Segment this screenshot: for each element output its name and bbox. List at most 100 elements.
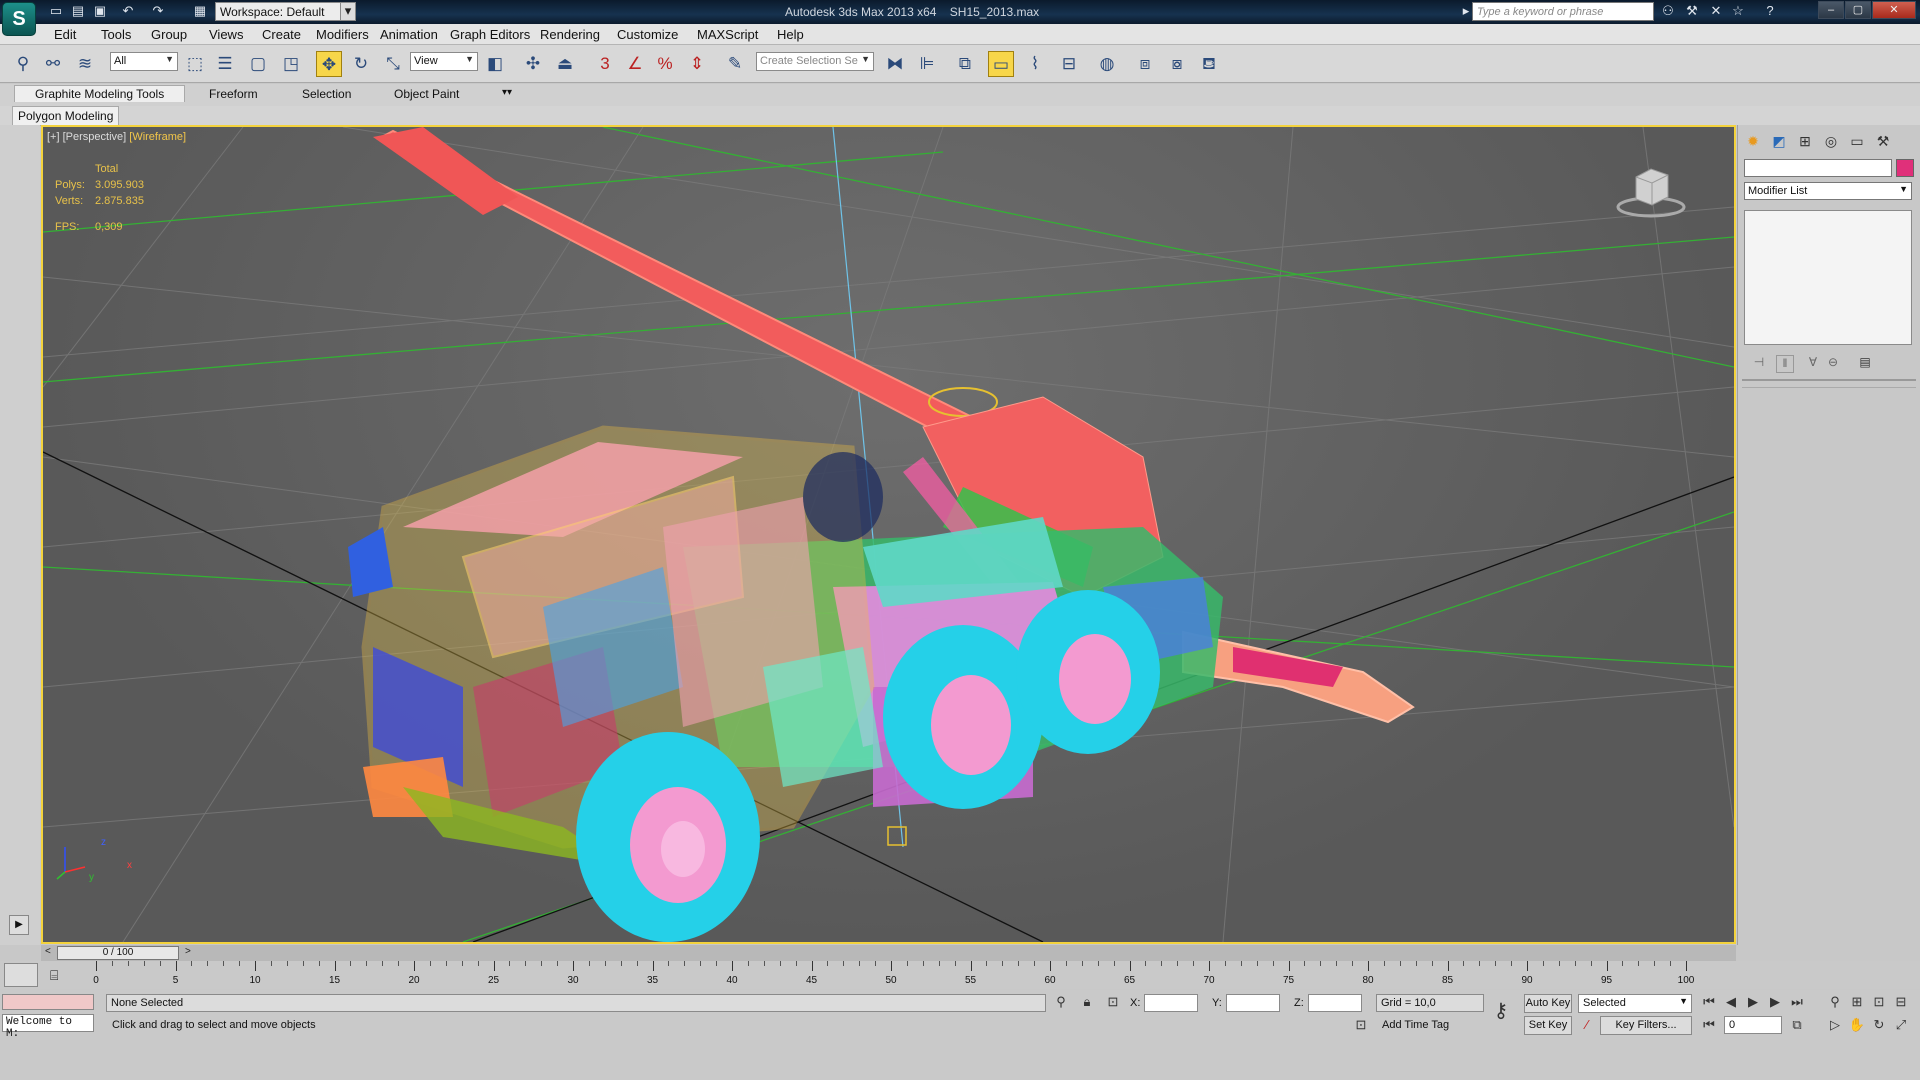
- workspace-dropdown[interactable]: Workspace: Default▼: [215, 2, 355, 21]
- bind-space-warp-icon[interactable]: ≋: [72, 51, 98, 77]
- favorites-star-icon[interactable]: ☆: [1730, 3, 1746, 19]
- tab-freeform[interactable]: Freeform: [209, 87, 258, 101]
- maximize-viewport-icon[interactable]: ⤢: [1892, 1016, 1910, 1034]
- tab-object-paint[interactable]: Object Paint: [394, 87, 459, 101]
- render-production-icon[interactable]: ⛾: [1196, 51, 1222, 77]
- utilities-tab-icon[interactable]: ⚒: [1872, 130, 1894, 152]
- track-bar[interactable]: ⌸ 0 5 10 15 20 25 30 35 40 45 50 55 60 65 70 75 80 85 90 95…: [0, 961, 1920, 989]
- menu-maxscript[interactable]: MAXScript: [697, 27, 758, 42]
- binoculars-icon[interactable]: ⚇: [1660, 3, 1676, 19]
- help-icon[interactable]: ?: [1762, 3, 1778, 19]
- time-tag-icon[interactable]: ⊡: [1352, 1016, 1370, 1034]
- select-and-scale-icon[interactable]: ⤡: [380, 51, 406, 77]
- go-to-start-icon[interactable]: ⏮: [1700, 993, 1718, 1011]
- maxscript-listener-mini[interactable]: [2, 994, 94, 1010]
- mirror-icon[interactable]: ⧓: [882, 51, 908, 77]
- key-filters-button[interactable]: Key Filters...: [1600, 1016, 1692, 1035]
- menu-edit[interactable]: Edit: [54, 27, 76, 42]
- rectangular-selection-icon[interactable]: ▢: [245, 51, 271, 77]
- redo-icon[interactable]: ↷: [150, 3, 166, 19]
- select-object-icon[interactable]: ⬚: [182, 51, 208, 77]
- window-crossing-icon[interactable]: ◳: [278, 51, 304, 77]
- tab-graphite-modeling-tools[interactable]: Graphite Modeling Tools: [14, 85, 186, 102]
- curve-editor-icon[interactable]: ⌇: [1022, 51, 1048, 77]
- render-setup-icon[interactable]: ⧈: [1132, 51, 1158, 77]
- time-configuration-icon[interactable]: ⧉: [1788, 1016, 1806, 1034]
- rendered-frame-window-icon[interactable]: ⧇: [1164, 51, 1190, 77]
- schematic-view-icon[interactable]: ⊟: [1056, 51, 1082, 77]
- next-frame-arrow-icon[interactable]: >: [185, 946, 191, 957]
- viewport-label[interactable]: [+] [Perspective] [Wireframe]: [47, 131, 186, 143]
- next-frame-icon[interactable]: ▶: [1766, 993, 1784, 1011]
- isolate-selection-icon[interactable]: ⚲: [1052, 993, 1070, 1011]
- configure-sets-icon[interactable]: ▤: [1856, 355, 1874, 373]
- keyboard-shortcut-override-icon[interactable]: ⏏: [552, 51, 578, 77]
- open-file-icon[interactable]: ▤: [70, 3, 86, 19]
- expand-play-icon[interactable]: ▶: [9, 915, 29, 935]
- prev-frame-arrow-icon[interactable]: <: [45, 946, 51, 957]
- make-unique-icon[interactable]: ∀: [1804, 355, 1822, 373]
- snaps-toggle-icon[interactable]: 3: [592, 51, 618, 77]
- create-tab-icon[interactable]: ✹: [1742, 130, 1764, 152]
- field-of-view-icon[interactable]: ▷: [1826, 1016, 1844, 1034]
- key-mode-dropdown[interactable]: Selected ▼: [1578, 994, 1692, 1013]
- zoom-icon[interactable]: ⚲: [1826, 993, 1844, 1011]
- select-by-name-icon[interactable]: ☰: [212, 51, 238, 77]
- reference-coordinate-dropdown[interactable]: View ▼: [410, 52, 478, 71]
- current-frame-field[interactable]: 0: [1724, 1016, 1782, 1034]
- ribbon-options-icon[interactable]: ▾▾: [502, 87, 512, 98]
- add-time-tag-button[interactable]: Add Time Tag: [1382, 1019, 1449, 1031]
- perspective-viewport[interactable]: [+] [Perspective] [Wireframe] Total Poly…: [41, 125, 1736, 944]
- set-key-button[interactable]: Set Key: [1524, 1016, 1572, 1035]
- maximize-button[interactable]: ▢: [1845, 1, 1871, 19]
- edit-named-selection-icon[interactable]: ✎: [722, 51, 748, 77]
- z-coordinate-field[interactable]: [1308, 994, 1362, 1012]
- save-icon[interactable]: ▣: [92, 3, 108, 19]
- spinner-snap-icon[interactable]: ⇕: [684, 51, 710, 77]
- key-mode-toggle-icon[interactable]: ⏮: [1700, 1016, 1718, 1034]
- subscription-icon[interactable]: ⚒: [1684, 3, 1700, 19]
- time-slider-thumb[interactable]: 0 / 100: [57, 946, 179, 960]
- modifier-list-dropdown[interactable]: Modifier List ▼: [1744, 182, 1912, 200]
- zoom-extents-all-icon[interactable]: ⊟: [1892, 993, 1910, 1011]
- key-tangent-icon[interactable]: ⁄: [1578, 1016, 1596, 1034]
- select-and-rotate-icon[interactable]: ↻: [348, 51, 374, 77]
- align-icon[interactable]: ⊫: [914, 51, 940, 77]
- absolute-mode-icon[interactable]: ⊡: [1104, 993, 1122, 1011]
- remove-modifier-icon[interactable]: ⊖: [1824, 355, 1842, 373]
- communication-icon[interactable]: ✕: [1708, 3, 1724, 19]
- object-name-input[interactable]: [1744, 159, 1892, 177]
- x-coordinate-field[interactable]: [1144, 994, 1198, 1012]
- auto-key-button[interactable]: Auto Key: [1524, 994, 1572, 1013]
- select-and-move-icon[interactable]: ✥: [316, 51, 342, 77]
- time-slider[interactable]: < 0 / 100 >: [41, 945, 1736, 961]
- menu-modifiers[interactable]: Modifiers: [316, 27, 369, 42]
- menu-views[interactable]: Views: [209, 27, 243, 42]
- pan-view-icon[interactable]: ✋: [1848, 1016, 1866, 1034]
- tab-selection[interactable]: Selection: [302, 87, 351, 101]
- motion-tab-icon[interactable]: ◎: [1820, 130, 1842, 152]
- menu-tools[interactable]: Tools: [101, 27, 131, 42]
- layer-manager-icon[interactable]: ⧉: [952, 51, 978, 77]
- previous-frame-icon[interactable]: ◀: [1722, 993, 1740, 1011]
- zoom-extents-icon[interactable]: ⊡: [1870, 993, 1888, 1011]
- menu-customize[interactable]: Customize: [617, 27, 678, 42]
- maxscript-input[interactable]: Welcome to M:: [2, 1014, 94, 1040]
- frame-scale[interactable]: 0 5 10 15 20 25 30 35 40 45 50 55 60 65 70 75 80 85 90 95 10…: [93, 961, 1696, 989]
- menu-rendering[interactable]: Rendering: [540, 27, 600, 42]
- select-link-icon[interactable]: ⚲: [10, 51, 36, 77]
- hierarchy-tab-icon[interactable]: ⊞: [1794, 130, 1816, 152]
- selection-filter-dropdown[interactable]: All ▼: [110, 52, 178, 71]
- application-menu-button[interactable]: S: [2, 2, 36, 36]
- play-icon[interactable]: ▶: [1744, 993, 1762, 1011]
- modifier-stack[interactable]: [1744, 210, 1912, 345]
- select-manipulate-icon[interactable]: ✣: [520, 51, 546, 77]
- mini-curve-editor-icon[interactable]: [4, 963, 38, 987]
- pin-stack-icon[interactable]: ⊣: [1750, 355, 1768, 373]
- default-key-icon[interactable]: ⚷: [1488, 1001, 1514, 1021]
- zoom-all-icon[interactable]: ⊞: [1848, 993, 1866, 1011]
- minimize-button[interactable]: –: [1818, 1, 1844, 19]
- go-to-end-icon[interactable]: ⏭: [1788, 993, 1806, 1011]
- menu-animation[interactable]: Animation: [380, 27, 438, 42]
- object-color-swatch[interactable]: [1896, 159, 1914, 177]
